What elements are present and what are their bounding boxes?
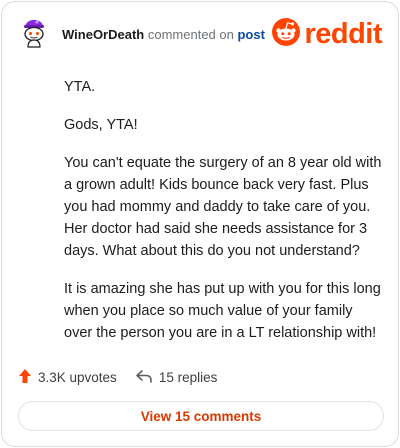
reddit-wordmark: reddit (304, 18, 382, 50)
reply-arrow-icon (135, 369, 159, 386)
reddit-logo-icon (272, 17, 301, 51)
comment-paragraph: Gods, YTA! (64, 117, 138, 133)
comment-body: YTA. Gods, YTA! You can't equate the sur… (64, 76, 382, 360)
reddit-logo[interactable]: reddit (272, 17, 382, 51)
snoo-avatar-icon[interactable] (18, 17, 50, 49)
comment-card: WineOrDeath commented on post reddit YTA… (1, 1, 399, 447)
comment-paragraph: It is amazing she has put up with you fo… (64, 281, 381, 341)
comment-byline: WineOrDeath commented on post (62, 27, 265, 42)
comment-paragraph: YTA. (64, 79, 96, 95)
action-text: commented on (147, 27, 234, 42)
username-link[interactable]: WineOrDeath (62, 27, 144, 42)
comment-paragraph: You can't equate the surgery of an 8 yea… (64, 155, 382, 259)
comment-header: WineOrDeath commented on post reddit (2, 2, 398, 66)
upvote-arrow-icon (18, 368, 38, 387)
view-comments-button[interactable]: View 15 comments (18, 401, 384, 431)
reply-stat[interactable]: 15 replies (135, 369, 218, 386)
comment-stats: 3.3K upvotes 15 replies (18, 367, 217, 387)
upvote-count: 3.3K upvotes (38, 369, 117, 385)
reply-count: 15 replies (158, 369, 218, 385)
post-link[interactable]: post (237, 27, 264, 42)
upvote-stat[interactable]: 3.3K upvotes (18, 368, 117, 387)
